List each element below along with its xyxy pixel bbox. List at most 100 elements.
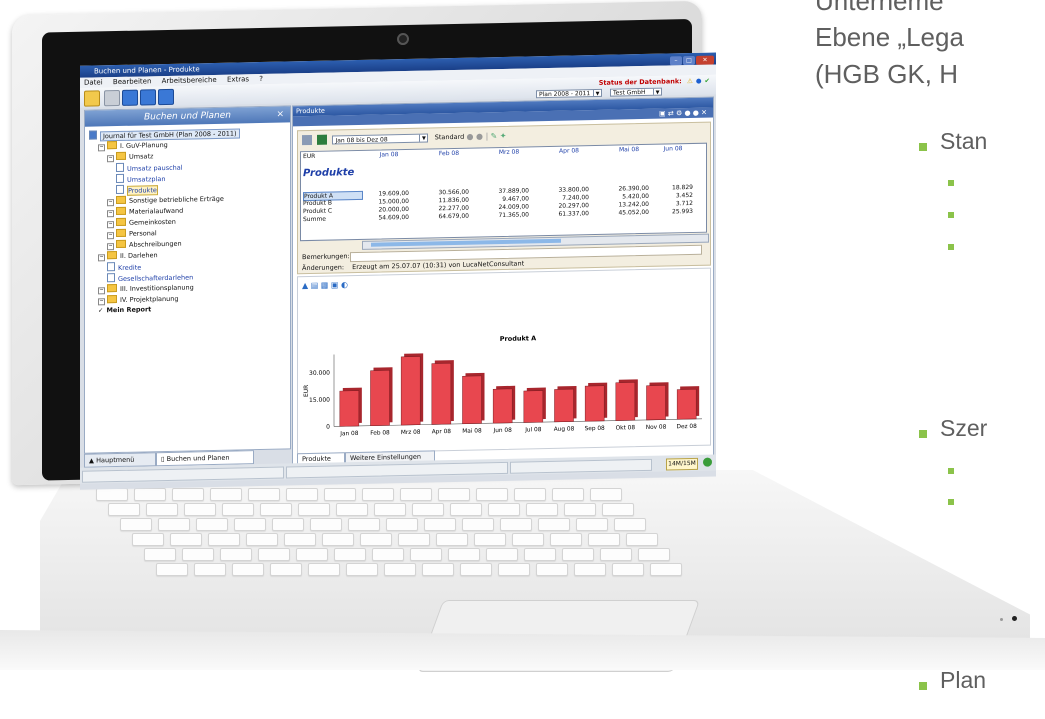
db-status: Status der Datenbank: ⚠ ● ✔ [599, 77, 710, 87]
menu-bearbeiten[interactable]: Bearbeiten [113, 77, 151, 86]
table-cell[interactable]: 22.277,00 [425, 205, 469, 213]
tree-item[interactable]: − Abschreibungen [107, 239, 182, 251]
warning-icon[interactable]: ⚠ [687, 77, 693, 85]
tree-item[interactable]: − Materialaufwand [107, 206, 183, 218]
tree-item[interactable]: − Personal [107, 228, 157, 240]
tree-item[interactable]: Kredite [107, 262, 141, 272]
expand-icon[interactable]: − [98, 254, 105, 262]
tree-item[interactable]: − III. Investitionsplanung [98, 282, 194, 295]
table-cell[interactable]: 18.829 [649, 184, 693, 192]
tree-item[interactable]: Gesellschafterdarlehen [107, 271, 193, 283]
scenario-label[interactable]: Standard [435, 133, 465, 142]
tree-item[interactable]: − I. GuV-Planung [98, 140, 168, 152]
tab-hauptmenue[interactable]: ▲ Hauptmenü [84, 452, 156, 468]
table-cell[interactable]: 64.679,00 [425, 213, 469, 221]
table-cell[interactable]: 25.993 [649, 208, 693, 216]
tree-item[interactable]: − Sonstige betriebliche Erträge [107, 194, 224, 207]
row-label[interactable]: Summe [303, 215, 361, 223]
tree-item[interactable]: Umsatzplan [116, 173, 165, 184]
bar[interactable] [431, 362, 452, 425]
expand-icon[interactable]: − [107, 243, 114, 251]
bar[interactable] [554, 388, 574, 423]
period-select[interactable]: Jan 08 bis Dez 08 ▼ [332, 133, 429, 145]
table-cell[interactable]: 26.390,00 [605, 185, 649, 193]
edit-icon[interactable] [158, 88, 174, 106]
row-label[interactable]: Produkt B [303, 199, 361, 208]
tree-item[interactable]: Umsatz pauschal [116, 162, 183, 173]
bar[interactable] [523, 390, 544, 423]
keyboard-key [538, 518, 570, 531]
table-cell[interactable]: 19.609,00 [365, 190, 409, 198]
row-label[interactable]: Produkt C [303, 207, 361, 216]
expand-icon[interactable]: − [98, 287, 105, 295]
plan-select[interactable]: Plan 2008 - 2011 ▼ [536, 88, 602, 99]
table-cell[interactable]: 33.800,00 [545, 186, 589, 194]
bar[interactable] [615, 382, 636, 421]
bar[interactable] [339, 390, 360, 427]
table-cell[interactable]: 37.889,00 [485, 187, 529, 195]
menu-datei[interactable]: Datei [84, 78, 103, 86]
expand-icon[interactable]: − [107, 210, 114, 218]
maximize-button[interactable]: □ [683, 55, 695, 66]
y-axis-label: EUR [303, 385, 310, 398]
expand-icon[interactable]: − [98, 144, 105, 152]
expand-icon[interactable]: − [98, 298, 105, 306]
scrollbar-thumb[interactable] [371, 238, 561, 247]
bar[interactable] [492, 388, 513, 424]
table-cell[interactable]: 3.712 [649, 200, 693, 208]
gc-icon[interactable] [703, 457, 712, 467]
table-cell[interactable]: 30.566,00 [425, 189, 469, 197]
tree-item[interactable]: ✓ Mein Report [98, 305, 151, 315]
columns-icon[interactable] [140, 89, 156, 106]
settings-icons[interactable]: ✎ ✦ [491, 131, 507, 140]
bar[interactable] [462, 375, 482, 425]
expand-icon[interactable]: − [107, 155, 114, 163]
table-cell[interactable]: 24.009,00 [485, 203, 529, 211]
scenario-toggle-icon[interactable]: ● ● | [467, 132, 489, 141]
table-cell[interactable]: 3.452 [649, 192, 693, 200]
folder-icon[interactable] [84, 90, 100, 107]
close-icon[interactable]: × [276, 107, 284, 123]
table-cell[interactable]: 20.297,00 [545, 202, 589, 210]
bar[interactable] [676, 388, 697, 420]
company-select[interactable]: Test GmbH ▼ [610, 87, 662, 97]
expand-icon[interactable]: − [107, 221, 114, 229]
table-cell[interactable]: 9.467,00 [485, 195, 529, 203]
keyboard-key [550, 533, 582, 546]
table-cell[interactable]: 15.000,00 [365, 198, 409, 206]
table-cell[interactable]: 5.420,00 [605, 193, 649, 201]
bar[interactable] [584, 385, 605, 422]
table-cell[interactable]: 7.240,00 [545, 194, 589, 202]
calendar-icon[interactable] [317, 134, 328, 145]
minimize-button[interactable]: – [670, 56, 682, 66]
print-icon[interactable] [104, 89, 120, 107]
tree-item[interactable]: − IV. Projektplanung [98, 294, 179, 306]
pane-tool-icons[interactable]: ▣ ⇄ ⚙ ● ● ✕ [659, 108, 707, 119]
table-cell[interactable]: 20.000,00 [365, 206, 409, 214]
menu-extras[interactable]: Extras [227, 75, 249, 83]
tree-item[interactable]: Journal für Test GmbH (Plan 2008 - 2011) [89, 127, 240, 142]
expand-icon[interactable]: − [107, 199, 114, 207]
info-icon[interactable]: ● [696, 77, 702, 85]
table-cell[interactable]: 13.242,00 [605, 201, 649, 209]
tree-item[interactable]: − Gemeinkosten [107, 217, 176, 229]
tree-item[interactable]: Produkte [116, 184, 158, 196]
layout-icon[interactable] [122, 89, 138, 106]
filter-icon[interactable] [302, 134, 312, 146]
slide-text-line2: Ebene „Lega [815, 22, 964, 52]
table-cell[interactable]: 71.365,00 [485, 211, 529, 219]
table-cell[interactable]: 11.836,00 [425, 197, 469, 205]
expand-icon[interactable]: − [107, 232, 114, 240]
table-cell[interactable]: 54.609,00 [365, 214, 409, 222]
close-button[interactable]: ✕ [696, 55, 714, 65]
bar[interactable] [646, 385, 666, 421]
table-cell[interactable]: 45.052,00 [605, 209, 649, 217]
table-cell[interactable]: 61.337,00 [545, 210, 589, 218]
tree-item[interactable]: − Umsatz [107, 151, 153, 163]
check-icon[interactable]: ✔ [705, 77, 710, 85]
menu-arbeitsbereiche[interactable]: Arbeitsbereiche [162, 76, 217, 85]
bar[interactable] [370, 370, 390, 426]
menu-help[interactable]: ? [259, 75, 263, 83]
bar[interactable] [400, 356, 421, 426]
tree-item[interactable]: − II. Darlehen [98, 250, 158, 262]
